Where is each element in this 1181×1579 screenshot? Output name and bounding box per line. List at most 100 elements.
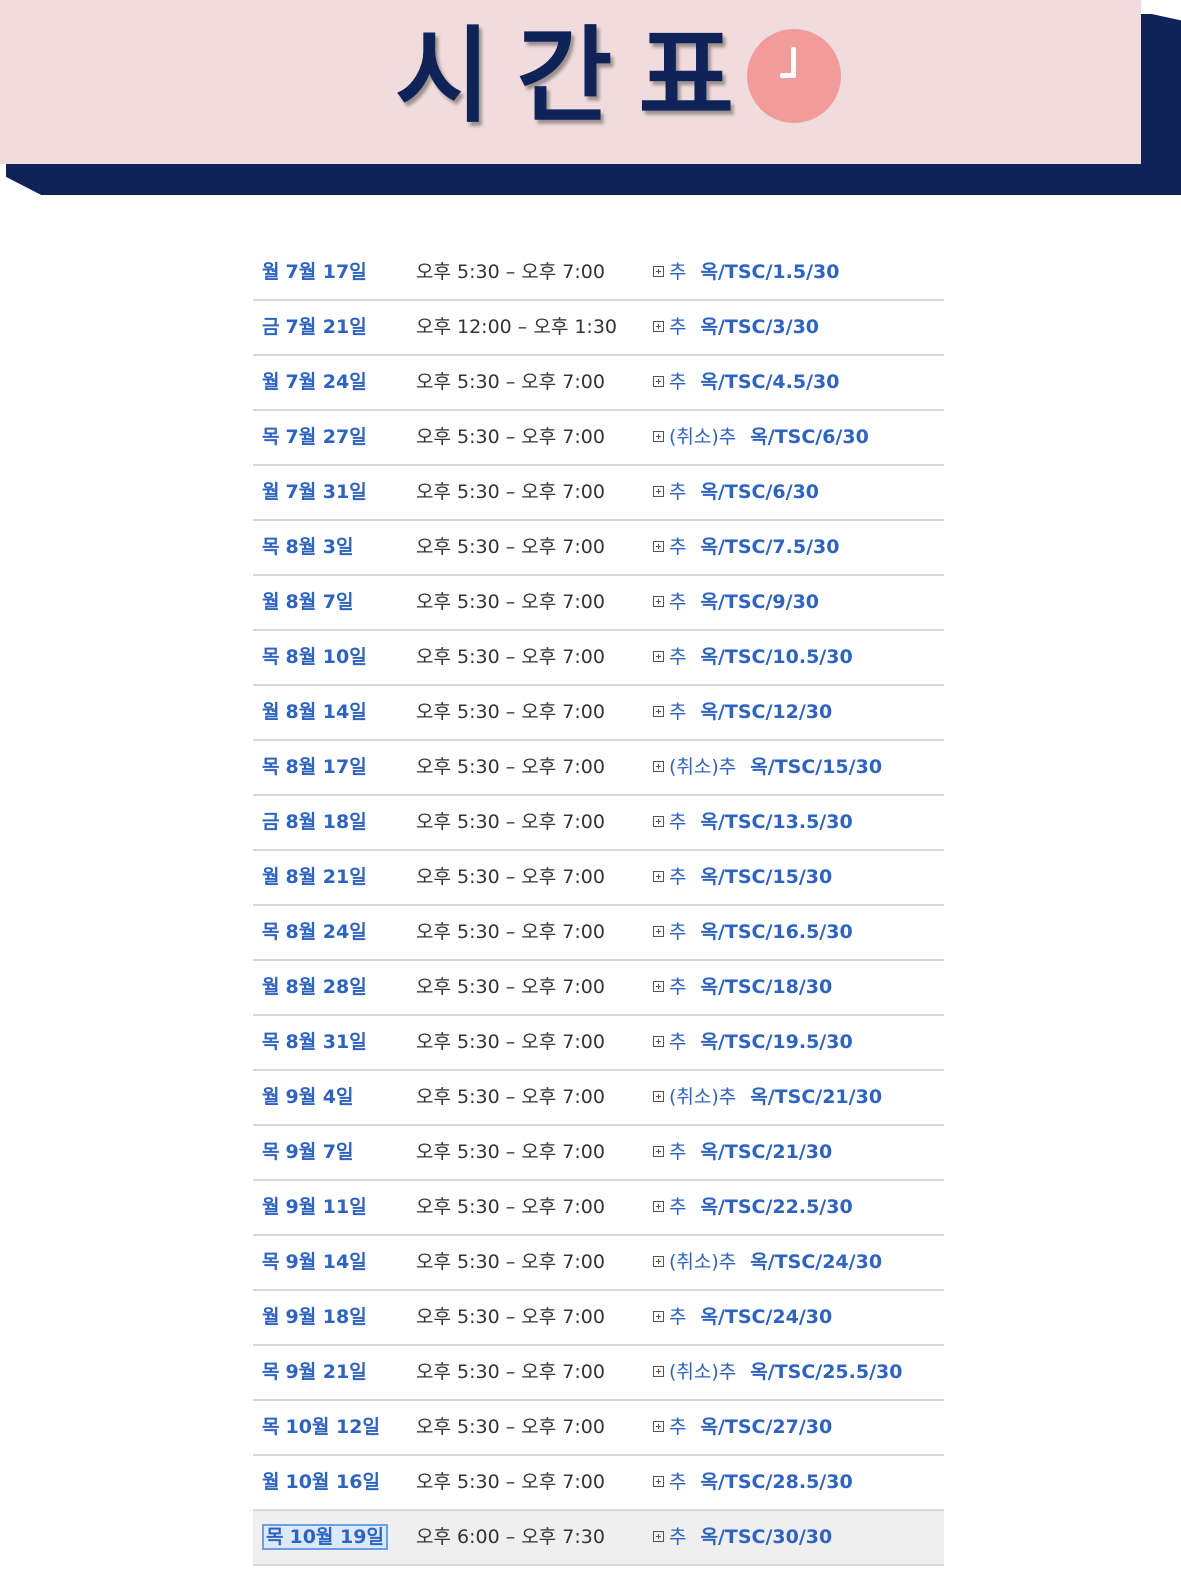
- event-entry[interactable]: (취소)추 옥/TSC/15/30: [653, 741, 882, 794]
- expand-plus-icon[interactable]: [653, 1091, 664, 1102]
- schedule-row[interactable]: 목 8월 10일 오후 5:30 – 오후 7:00 추 옥/TSC/10.5/30: [253, 631, 944, 686]
- schedule-row[interactable]: 목 10월 19일 오후 6:00 – 오후 7:30 추 옥/TSC/30/30: [253, 1511, 944, 1566]
- event-title-link[interactable]: 옥/TSC/7.5/30: [700, 536, 839, 558]
- schedule-date[interactable]: 목 8월 17일: [262, 741, 367, 794]
- schedule-date[interactable]: 목 8월 24일: [262, 906, 367, 959]
- event-entry[interactable]: (취소)추 옥/TSC/25.5/30: [653, 1346, 902, 1399]
- event-title-link[interactable]: 옥/TSC/22.5/30: [700, 1196, 852, 1218]
- schedule-row[interactable]: 월 9월 4일 오후 5:30 – 오후 7:00 (취소)추 옥/TSC/21/30: [253, 1071, 944, 1126]
- event-title-link[interactable]: 옥/TSC/30/30: [700, 1526, 832, 1548]
- expand-plus-icon[interactable]: [653, 1311, 664, 1322]
- schedule-date[interactable]: 월 8월 7일: [262, 576, 354, 629]
- schedule-date[interactable]: 금 7월 21일: [262, 301, 367, 354]
- schedule-row[interactable]: 월 9월 11일 오후 5:30 – 오후 7:00 추 옥/TSC/22.5/30: [253, 1181, 944, 1236]
- event-title-link[interactable]: 옥/TSC/3/30: [700, 316, 819, 338]
- schedule-row[interactable]: 목 9월 14일 오후 5:30 – 오후 7:00 (취소)추 옥/TSC/24/30: [253, 1236, 944, 1291]
- schedule-date[interactable]: 목 9월 7일: [262, 1126, 354, 1179]
- expand-plus-icon[interactable]: [653, 926, 664, 937]
- event-entry[interactable]: 추 옥/TSC/3/30: [653, 301, 819, 354]
- event-title-link[interactable]: 옥/TSC/12/30: [700, 701, 832, 723]
- expand-plus-icon[interactable]: [653, 596, 664, 607]
- expand-plus-icon[interactable]: [653, 1421, 664, 1432]
- event-entry[interactable]: 추 옥/TSC/27/30: [653, 1401, 832, 1454]
- event-title-link[interactable]: 옥/TSC/15/30: [700, 866, 832, 888]
- schedule-row[interactable]: 목 8월 31일 오후 5:30 – 오후 7:00 추 옥/TSC/19.5/30: [253, 1016, 944, 1071]
- expand-plus-icon[interactable]: [653, 816, 664, 827]
- event-title-link[interactable]: 옥/TSC/18/30: [700, 976, 832, 998]
- schedule-date[interactable]: 목 10월 19일: [262, 1511, 388, 1564]
- event-entry[interactable]: 추 옥/TSC/24/30: [653, 1291, 832, 1344]
- schedule-row[interactable]: 월 7월 24일 오후 5:30 – 오후 7:00 추 옥/TSC/4.5/30: [253, 356, 944, 411]
- expand-plus-icon[interactable]: [653, 541, 664, 552]
- event-title-link[interactable]: 옥/TSC/27/30: [700, 1416, 832, 1438]
- schedule-row[interactable]: 목 9월 21일 오후 5:30 – 오후 7:00 (취소)추 옥/TSC/25.5/…: [253, 1346, 944, 1401]
- schedule-date[interactable]: 목 8월 31일: [262, 1016, 367, 1069]
- expand-plus-icon[interactable]: [653, 1036, 664, 1047]
- event-entry[interactable]: 추 옥/TSC/18/30: [653, 961, 832, 1014]
- event-title-link[interactable]: 옥/TSC/21/30: [700, 1141, 832, 1163]
- schedule-date[interactable]: 목 9월 21일: [262, 1346, 367, 1399]
- event-title-link[interactable]: 옥/TSC/10.5/30: [700, 646, 852, 668]
- schedule-date[interactable]: 월 8월 14일: [262, 686, 367, 739]
- schedule-date[interactable]: 월 10월 16일: [262, 1456, 380, 1509]
- schedule-date[interactable]: 월 9월 18일: [262, 1291, 367, 1344]
- event-entry[interactable]: (취소)추 옥/TSC/6/30: [653, 411, 869, 464]
- expand-plus-icon[interactable]: [653, 266, 664, 277]
- event-entry[interactable]: 추 옥/TSC/1.5/30: [653, 246, 839, 299]
- schedule-date[interactable]: 월 9월 4일: [262, 1071, 354, 1124]
- schedule-row[interactable]: 월 8월 7일 오후 5:30 – 오후 7:00 추 옥/TSC/9/30: [253, 576, 944, 631]
- schedule-row[interactable]: 월 9월 18일 오후 5:30 – 오후 7:00 추 옥/TSC/24/30: [253, 1291, 944, 1346]
- event-title-link[interactable]: 옥/TSC/19.5/30: [700, 1031, 852, 1053]
- schedule-date[interactable]: 월 9월 11일: [262, 1181, 367, 1234]
- schedule-date[interactable]: 월 7월 17일: [262, 246, 367, 299]
- expand-plus-icon[interactable]: [653, 1201, 664, 1212]
- schedule-row[interactable]: 월 10월 16일 오후 5:30 – 오후 7:00 추 옥/TSC/28.5/30: [253, 1456, 944, 1511]
- expand-plus-icon[interactable]: [653, 1476, 664, 1487]
- schedule-date[interactable]: 월 7월 24일: [262, 356, 367, 409]
- schedule-date[interactable]: 목 9월 14일: [262, 1236, 367, 1289]
- schedule-row[interactable]: 목 8월 17일 오후 5:30 – 오후 7:00 (취소)추 옥/TSC/15/30: [253, 741, 944, 796]
- event-entry[interactable]: 추 옥/TSC/10.5/30: [653, 631, 853, 684]
- expand-plus-icon[interactable]: [653, 376, 664, 387]
- event-entry[interactable]: 추 옥/TSC/15/30: [653, 851, 832, 904]
- event-entry[interactable]: 추 옥/TSC/21/30: [653, 1126, 832, 1179]
- expand-plus-icon[interactable]: [653, 871, 664, 882]
- event-entry[interactable]: 추 옥/TSC/9/30: [653, 576, 819, 629]
- expand-plus-icon[interactable]: [653, 486, 664, 497]
- schedule-date[interactable]: 목 8월 3일: [262, 521, 354, 574]
- schedule-row[interactable]: 월 7월 31일 오후 5:30 – 오후 7:00 추 옥/TSC/6/30: [253, 466, 944, 521]
- event-entry[interactable]: 추 옥/TSC/4.5/30: [653, 356, 839, 409]
- event-title-link[interactable]: 옥/TSC/4.5/30: [700, 371, 839, 393]
- event-entry[interactable]: 추 옥/TSC/6/30: [653, 466, 819, 519]
- expand-plus-icon[interactable]: [653, 1366, 664, 1377]
- schedule-row[interactable]: 금 7월 21일 오후 12:00 – 오후 1:30 추 옥/TSC/3/30: [253, 301, 944, 356]
- schedule-date[interactable]: 금 8월 18일: [262, 796, 367, 849]
- event-title-link[interactable]: 옥/TSC/1.5/30: [700, 261, 839, 283]
- event-entry[interactable]: (취소)추 옥/TSC/24/30: [653, 1236, 882, 1289]
- event-title-link[interactable]: 옥/TSC/25.5/30: [750, 1361, 902, 1383]
- event-entry[interactable]: 추 옥/TSC/13.5/30: [653, 796, 853, 849]
- event-title-link[interactable]: 옥/TSC/6/30: [750, 426, 869, 448]
- schedule-row[interactable]: 월 8월 14일 오후 5:30 – 오후 7:00 추 옥/TSC/12/30: [253, 686, 944, 741]
- event-entry[interactable]: 추 옥/TSC/30/30: [653, 1511, 832, 1564]
- schedule-date[interactable]: 목 7월 27일: [262, 411, 367, 464]
- schedule-row[interactable]: 목 7월 27일 오후 5:30 – 오후 7:00 (취소)추 옥/TSC/6/30: [253, 411, 944, 466]
- schedule-row[interactable]: 월 8월 21일 오후 5:30 – 오후 7:00 추 옥/TSC/15/30: [253, 851, 944, 906]
- event-entry[interactable]: 추 옥/TSC/12/30: [653, 686, 832, 739]
- event-title-link[interactable]: 옥/TSC/24/30: [700, 1306, 832, 1328]
- schedule-row[interactable]: 목 10월 12일 오후 5:30 – 오후 7:00 추 옥/TSC/27/30: [253, 1401, 944, 1456]
- schedule-date[interactable]: 월 8월 28일: [262, 961, 367, 1014]
- event-entry[interactable]: (취소)추 옥/TSC/21/30: [653, 1071, 882, 1124]
- schedule-row[interactable]: 목 8월 3일 오후 5:30 – 오후 7:00 추 옥/TSC/7.5/30: [253, 521, 944, 576]
- expand-plus-icon[interactable]: [653, 1146, 664, 1157]
- expand-plus-icon[interactable]: [653, 431, 664, 442]
- schedule-date[interactable]: 월 8월 21일: [262, 851, 367, 904]
- schedule-date[interactable]: 월 7월 31일: [262, 466, 367, 519]
- expand-plus-icon[interactable]: [653, 1256, 664, 1267]
- event-entry[interactable]: 추 옥/TSC/16.5/30: [653, 906, 853, 959]
- event-entry[interactable]: 추 옥/TSC/7.5/30: [653, 521, 839, 574]
- event-title-link[interactable]: 옥/TSC/28.5/30: [700, 1471, 852, 1493]
- event-title-link[interactable]: 옥/TSC/16.5/30: [700, 921, 852, 943]
- schedule-row[interactable]: 목 8월 24일 오후 5:30 – 오후 7:00 추 옥/TSC/16.5/30: [253, 906, 944, 961]
- expand-plus-icon[interactable]: [653, 321, 664, 332]
